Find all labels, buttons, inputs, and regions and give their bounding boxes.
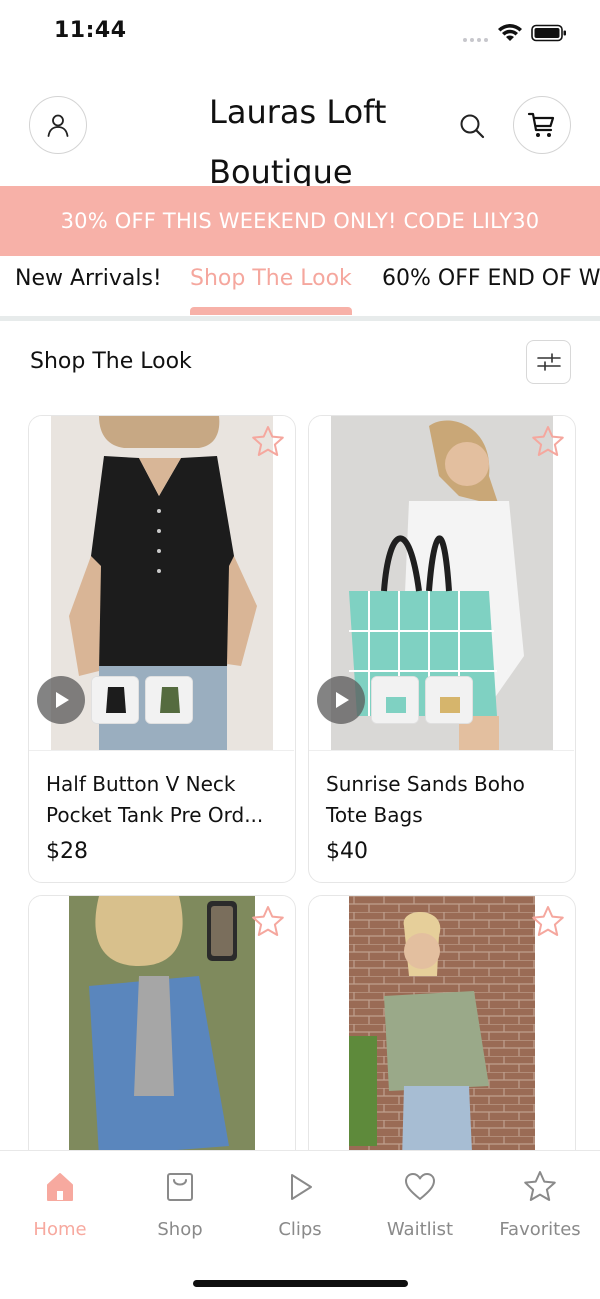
tab-end-of-winter-sale[interactable]: 60% OFF END OF WIN bbox=[382, 266, 600, 291]
nav-label: Home bbox=[33, 1219, 87, 1240]
media-thumbnails bbox=[317, 676, 473, 724]
user-icon bbox=[47, 114, 69, 137]
status-bar: 11:44 bbox=[0, 0, 600, 66]
store-title: Lauras Loft Boutique bbox=[209, 93, 387, 191]
thumbnail-image[interactable] bbox=[371, 676, 419, 724]
sliders-icon bbox=[536, 353, 561, 371]
bottom-navigation: Home Shop Clips Waitlist Favorites bbox=[0, 1150, 600, 1299]
product-price: $28 bbox=[46, 839, 88, 864]
category-tabs: New Arrivals! Shop The Look 60% OFF END … bbox=[0, 256, 600, 316]
wifi-icon bbox=[498, 24, 522, 41]
favorite-star-icon[interactable] bbox=[530, 424, 566, 460]
nav-shop[interactable]: Shop bbox=[120, 1165, 240, 1240]
home-indicator bbox=[193, 1280, 408, 1287]
search-icon bbox=[460, 114, 485, 139]
promo-banner[interactable]: 30% OFF THIS WEEKEND ONLY! CODE LILY30 bbox=[0, 186, 600, 256]
divider bbox=[0, 316, 600, 321]
nav-waitlist[interactable]: Waitlist bbox=[360, 1165, 480, 1240]
product-image[interactable] bbox=[309, 416, 574, 750]
media-thumbnails bbox=[37, 676, 193, 724]
tab-new-arrivals[interactable]: New Arrivals! bbox=[15, 266, 162, 291]
product-info[interactable]: Half Button V Neck Pocket Tank Pre Ord..… bbox=[29, 750, 294, 882]
product-price: $40 bbox=[326, 839, 368, 864]
active-tab-indicator bbox=[190, 307, 352, 315]
nav-clips[interactable]: Clips bbox=[240, 1165, 360, 1240]
play-video-button[interactable] bbox=[317, 676, 365, 724]
product-title[interactable]: Sunrise Sands Boho Tote Bags bbox=[326, 769, 558, 831]
heart-icon bbox=[405, 1173, 435, 1200]
star-icon bbox=[524, 1171, 556, 1201]
cart-button[interactable] bbox=[513, 96, 571, 154]
battery-icon bbox=[531, 24, 566, 42]
nav-label: Favorites bbox=[499, 1219, 581, 1240]
tab-shop-the-look[interactable]: Shop The Look bbox=[190, 266, 352, 291]
nav-favorites[interactable]: Favorites bbox=[480, 1165, 600, 1240]
section-title: Shop The Look bbox=[30, 349, 192, 374]
product-title[interactable]: Half Button V Neck Pocket Tank Pre Ord..… bbox=[46, 769, 278, 831]
home-icon bbox=[47, 1173, 73, 1201]
product-info[interactable]: Sunrise Sands Boho Tote Bags $40 bbox=[309, 750, 574, 882]
play-icon bbox=[56, 692, 69, 708]
filter-button[interactable] bbox=[526, 340, 571, 384]
play-icon bbox=[291, 1174, 312, 1200]
nav-home[interactable]: Home bbox=[0, 1165, 120, 1240]
status-time: 11:44 bbox=[54, 18, 127, 43]
shopping-bag-icon bbox=[167, 1173, 193, 1201]
thumbnail-image[interactable] bbox=[425, 676, 473, 724]
cellular-signal-icon bbox=[463, 34, 489, 42]
favorite-star-icon[interactable] bbox=[250, 424, 286, 460]
product-image[interactable] bbox=[29, 416, 294, 750]
product-card[interactable]: Sunrise Sands Boho Tote Bags $40 bbox=[308, 415, 576, 883]
favorite-star-icon[interactable] bbox=[530, 904, 566, 940]
cart-icon bbox=[527, 112, 555, 137]
search-button[interactable] bbox=[456, 110, 488, 142]
nav-label: Shop bbox=[157, 1219, 203, 1240]
favorite-star-icon[interactable] bbox=[250, 904, 286, 940]
thumbnail-image[interactable] bbox=[145, 676, 193, 724]
play-video-button[interactable] bbox=[37, 676, 85, 724]
product-card[interactable]: Half Button V Neck Pocket Tank Pre Ord..… bbox=[28, 415, 296, 883]
thumbnail-image[interactable] bbox=[91, 676, 139, 724]
nav-label: Waitlist bbox=[386, 1219, 454, 1240]
promo-text: 30% OFF THIS WEEKEND ONLY! CODE LILY30 bbox=[60, 209, 540, 233]
play-icon bbox=[336, 692, 349, 708]
app-header: Lauras Loft Boutique bbox=[0, 66, 600, 191]
nav-label: Clips bbox=[278, 1219, 322, 1240]
profile-button[interactable] bbox=[29, 96, 87, 154]
